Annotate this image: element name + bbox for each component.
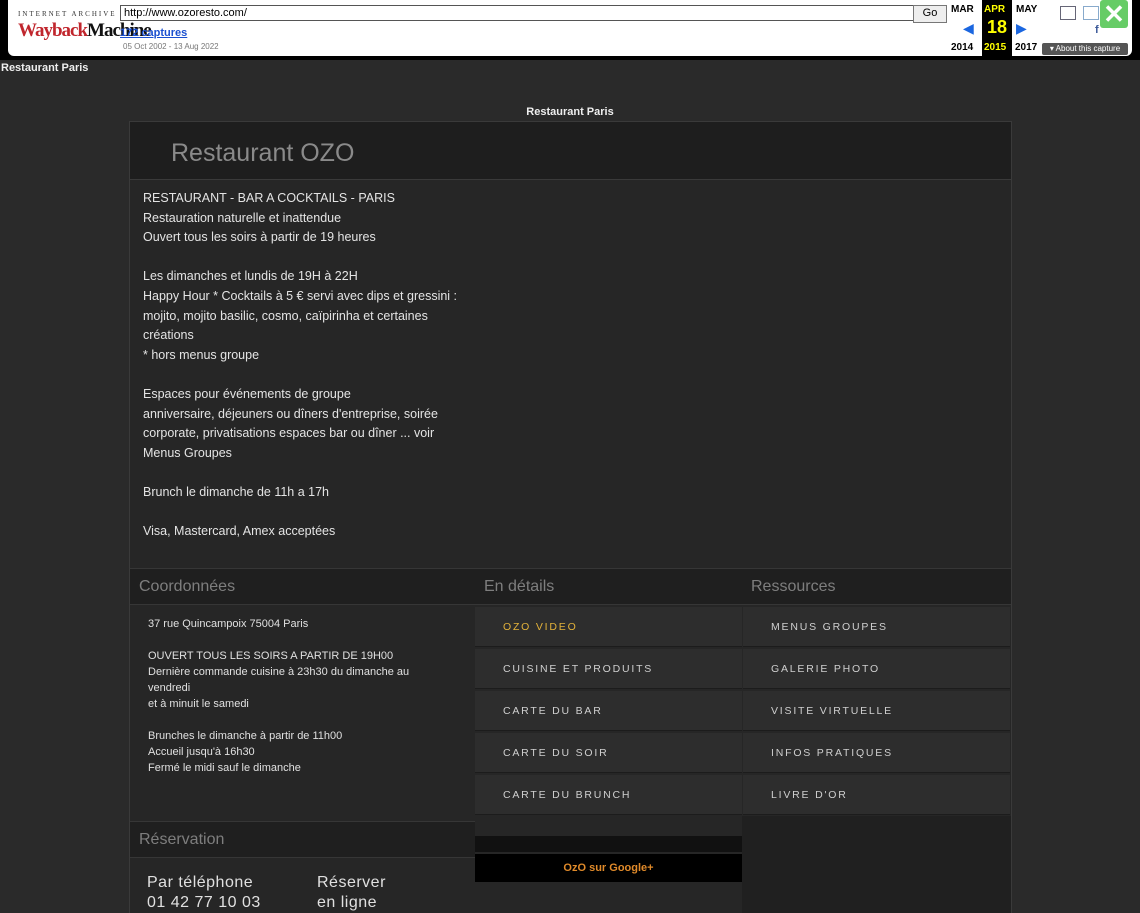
coords-line: vendredi (148, 682, 191, 694)
next-month-link[interactable]: MAY (1016, 4, 1037, 15)
resources-footer-panel (742, 816, 1011, 913)
facebook-icon[interactable]: f (1095, 24, 1099, 36)
menu-item-infos-pratiques[interactable]: INFOS PRATIQUES (743, 733, 1010, 773)
wayback-url-input[interactable]: http://www.ozoresto.com/ (120, 5, 918, 21)
internet-archive-label: INTERNET ARCHIVE (18, 10, 117, 18)
menu-item-ozo-video[interactable]: OZO VIDEO (475, 607, 742, 647)
intro-line: Menus Groupes (143, 445, 232, 460)
resources-menu: MENUS GROUPES GALERIE PHOTO VISITE VIRTU… (743, 607, 1010, 817)
coords-line: 37 rue Quincampoix 75004 Paris (148, 618, 309, 630)
wayback-logo-part1: Wayback (18, 20, 88, 41)
intro-line: corporate, privatisations espaces bar ou… (143, 426, 435, 441)
intro-line: Visa, Mastercard, Amex acceptées (143, 524, 336, 539)
coords-line: Fermé le midi sauf le dimanche (148, 762, 301, 774)
intro-text: RESTAURANT - BAR A COCKTAILS - PARIS Res… (143, 189, 473, 542)
details-heading: En détails (475, 568, 742, 605)
wayback-panel: INTERNET ARCHIVE WaybackMachine http://w… (8, 0, 1132, 56)
online-reservation-link[interactable]: Réserver en ligne (317, 873, 386, 913)
capture-sparkline[interactable] (322, 30, 952, 56)
coords-heading: Coordonnées (130, 568, 475, 605)
details-menu: OZO VIDEO CUISINE ET PRODUITS CARTE DU B… (475, 607, 742, 817)
menu-item-carte-soir[interactable]: CARTE DU SOIR (475, 733, 742, 773)
captures-link[interactable]: 172 captures (120, 27, 187, 39)
phone-label: Par téléphone (147, 874, 254, 891)
help-icon[interactable] (1083, 6, 1099, 20)
intro-line: Ouvert tous les soirs à partir de 19 heu… (143, 230, 376, 245)
intro-line: * hors menus groupe (143, 347, 260, 362)
page-label-top: Restaurant Paris (1, 62, 89, 74)
menu-item-visite-virtuelle[interactable]: VISITE VIRTUELLE (743, 691, 1010, 731)
intro-line: mojito, mojito basilic, cosmo, caïpirinh… (143, 308, 428, 323)
menu-item-galerie-photo[interactable]: GALERIE PHOTO (743, 649, 1010, 689)
coords-line: Accueil jusqu'à 16h30 (148, 746, 255, 758)
online-label: Réserver (317, 874, 386, 891)
menu-item-carte-brunch[interactable]: CARTE DU BRUNCH (475, 775, 742, 815)
intro-line: Espaces pour événements de groupe (143, 386, 351, 401)
prev-year-link[interactable]: 2014 (951, 42, 973, 53)
page-title: Restaurant OZO (171, 139, 355, 167)
page-label-center: Restaurant Paris (526, 106, 614, 118)
about-capture-button[interactable]: ▾ About this capture (1042, 43, 1128, 55)
coords-line: Brunches le dimanche à partir de 11h00 (148, 730, 343, 742)
intro-line: Les dimanches et lundis de 19H à 22H (143, 269, 358, 284)
menu-item-menus-groupes[interactable]: MENUS GROUPES (743, 607, 1010, 647)
go-button[interactable]: Go (913, 5, 947, 23)
wayback-logo[interactable]: WaybackMachine (18, 20, 152, 46)
coords-line: Dernière commande cuisine à 23h30 du dim… (148, 666, 410, 678)
menu-item-carte-bar[interactable]: CARTE DU BAR (475, 691, 742, 731)
intro-line: créations (143, 328, 194, 343)
coords-line: et à minuit le samedi (148, 698, 249, 710)
online-label-2: en ligne (317, 894, 378, 911)
close-toolbar-button[interactable]: ✕ (1100, 0, 1128, 28)
current-capture-date: APR 18 2015 (982, 0, 1012, 56)
capture-date-range: 05 Oct 2002 - 13 Aug 2022 (123, 42, 219, 51)
current-day: 18 (987, 17, 1008, 37)
intro-line: Brunch le dimanche de 11h a 17h (143, 484, 330, 499)
menu-item-livre-or[interactable]: LIVRE D'OR (743, 775, 1010, 815)
intro-line: Happy Hour * Cocktails à 5 € servi avec … (143, 288, 458, 303)
reservation-area: Par téléphone 01 42 77 10 03 Réserver en… (130, 859, 475, 913)
intro-line: RESTAURANT - BAR A COCKTAILS - PARIS (143, 191, 395, 205)
screenshot-icon[interactable] (1060, 6, 1076, 20)
wayback-toolbar: INTERNET ARCHIVE WaybackMachine http://w… (0, 0, 1140, 60)
current-month: APR (984, 4, 1006, 15)
current-year: 2015 (984, 42, 1007, 53)
coords-line: OUVERT TOUS LES SOIRS A PARTIR DE 19H00 (148, 650, 394, 662)
coords-text: 37 rue Quincampoix 75004 Paris OUVERT TO… (148, 616, 448, 776)
phone-reservation[interactable]: Par téléphone 01 42 77 10 03 (147, 873, 261, 913)
phone-number: 01 42 77 10 03 (147, 894, 261, 911)
title-bar: Restaurant OZO (130, 122, 1011, 180)
google-plus-link[interactable]: OzO sur Google+ (475, 854, 742, 882)
reservation-heading: Réservation (130, 821, 475, 858)
divider-strip (475, 836, 742, 852)
main-content: Restaurant OZO RESTAURANT - BAR A COCKTA… (129, 121, 1012, 913)
next-year-link[interactable]: 2017 (1015, 42, 1037, 53)
menu-item-cuisine[interactable]: CUISINE ET PRODUITS (475, 649, 742, 689)
resources-heading: Ressources (742, 568, 1011, 605)
prev-capture-arrow-icon[interactable]: ◀ (963, 20, 974, 37)
prev-month-link[interactable]: MAR (951, 4, 974, 15)
intro-line: Restauration naturelle et inattendue (143, 210, 342, 225)
next-capture-arrow-icon[interactable]: ▶ (1016, 20, 1027, 37)
intro-line: anniversaire, déjeuners ou dîners d'entr… (143, 406, 438, 421)
